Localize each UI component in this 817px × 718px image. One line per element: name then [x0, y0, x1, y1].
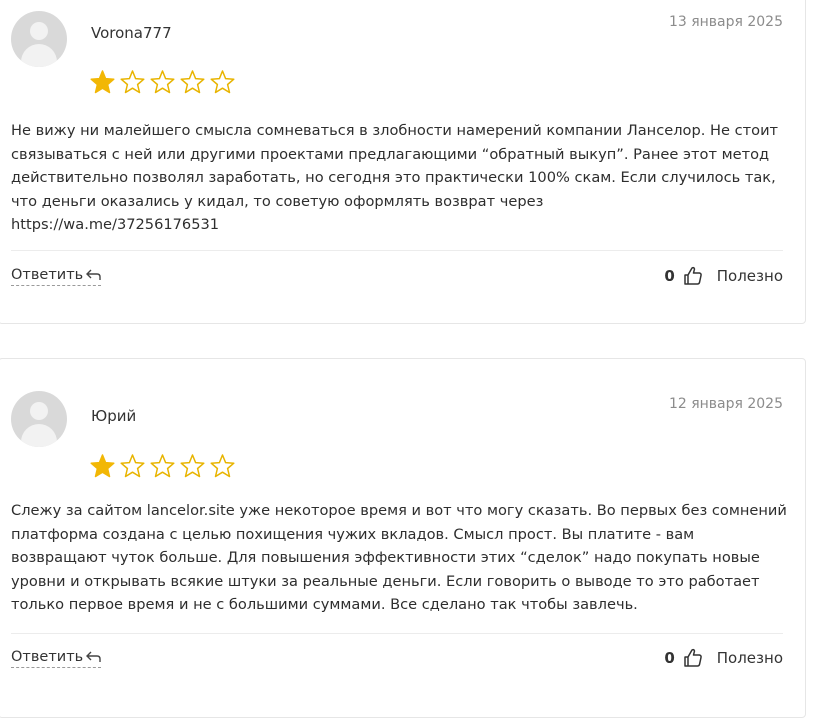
review-card: Юрий 12 января 2025 Слежу за сайтом lanc… [0, 358, 806, 718]
star-icon [150, 70, 175, 94]
star-icon [150, 454, 175, 478]
star-icon [180, 454, 205, 478]
avatar [11, 11, 67, 67]
like-block: 0 Полезно [664, 648, 783, 668]
review-link[interactable]: https://wa.me/37256176531 [11, 213, 793, 237]
star-icon [210, 454, 235, 478]
thumbs-up-icon[interactable] [683, 266, 703, 286]
like-count: 0 [664, 267, 675, 285]
star-icon [90, 454, 115, 478]
star-icon [210, 70, 235, 94]
avatar [11, 391, 67, 447]
reply-button[interactable]: Ответить [11, 267, 102, 286]
star-icon [180, 70, 205, 94]
useful-button[interactable]: Полезно [717, 267, 783, 285]
star-icon [120, 70, 145, 94]
divider [11, 633, 783, 634]
review-text: Не вижу ни малейшего смысла сомневаться … [11, 119, 793, 237]
user-placeholder-icon [30, 402, 48, 420]
review-text: Слежу за сайтом lancelor.site уже некото… [11, 502, 787, 613]
star-rating [89, 69, 236, 96]
thumbs-up-icon[interactable] [683, 648, 703, 668]
reply-arrow-icon [86, 651, 101, 662]
user-placeholder-icon [30, 22, 48, 40]
star-icon [90, 70, 115, 94]
review-date: 13 января 2025 [668, 14, 783, 30]
like-count: 0 [664, 649, 675, 667]
reply-arrow-icon [86, 269, 101, 280]
review-author: Vorona777 [91, 24, 172, 42]
divider [11, 250, 783, 251]
reply-label: Ответить [11, 267, 84, 283]
reply-label: Ответить [11, 649, 84, 665]
review-body: Не вижу ни малейшего смысла сомневаться … [11, 122, 779, 210]
star-icon [120, 454, 145, 478]
review-author: Юрий [91, 407, 137, 425]
useful-button[interactable]: Полезно [717, 649, 783, 667]
like-block: 0 Полезно [664, 266, 783, 286]
reply-button[interactable]: Ответить [11, 649, 102, 668]
star-rating [89, 453, 236, 480]
review-date: 12 января 2025 [668, 396, 783, 412]
review-card: Vorona777 13 января 2025 Не вижу ни мале… [0, 0, 806, 324]
